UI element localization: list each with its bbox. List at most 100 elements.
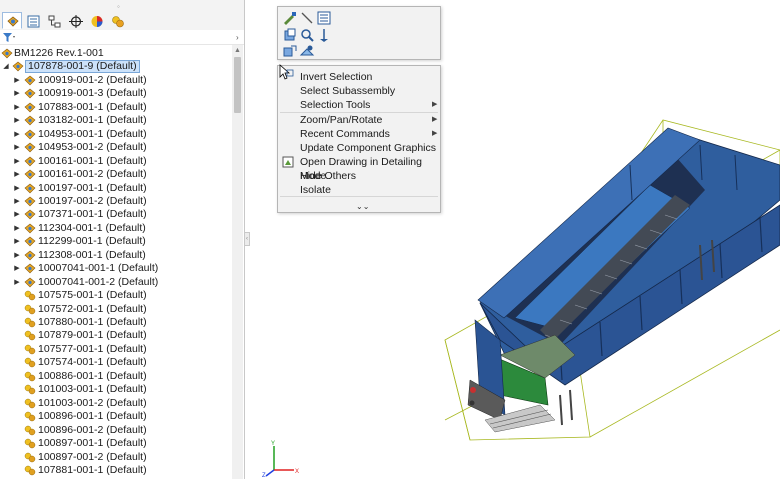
part-icon [24, 330, 36, 341]
assembly-icon [24, 156, 36, 167]
submenu-arrow-icon: ▶ [432, 130, 438, 137]
menu-item-hide-others[interactable]: Hide Others [278, 169, 440, 183]
open-part-icon[interactable] [282, 27, 298, 43]
tree-item-label: 10007041-001-2 (Default) [38, 275, 159, 288]
tree-scrollbar[interactable]: ▲ [232, 45, 243, 479]
chevron-right-icon[interactable]: ▶ [13, 235, 21, 248]
menu-item-label: Update Component Graphics [300, 142, 436, 154]
menu-item-label: Invert Selection [300, 71, 373, 83]
tree-item-label: 101003-001-2 (Default) [38, 396, 147, 409]
panel-collapse-handle[interactable]: ‹ [244, 232, 250, 246]
part-icon [24, 425, 36, 436]
property-manager-icon [27, 15, 40, 28]
assembly-icon [24, 102, 36, 113]
chevron-down-icon[interactable]: ◢ [2, 60, 10, 73]
context-menu: Invert Selection Select Subassembly Select… [277, 64, 441, 213]
chevron-right-icon[interactable]: ▶ [13, 222, 21, 235]
tree-item-label: 100919-001-2 (Default) [38, 73, 147, 86]
chevron-right-icon[interactable]: ▶ [13, 74, 21, 87]
menu-item-label: Zoom/Pan/Rotate [300, 114, 383, 126]
tab-display-manager[interactable] [86, 12, 106, 29]
chevron-right-icon[interactable]: ▶ [13, 249, 21, 262]
tab-property-manager[interactable] [23, 12, 43, 29]
chevron-right-icon[interactable]: ▶ [13, 182, 21, 195]
component-properties-icon[interactable] [316, 10, 332, 26]
edit-component-icon[interactable] [282, 10, 298, 26]
chevron-right-icon[interactable]: ▶ [13, 141, 21, 154]
assembly-icon [24, 115, 36, 126]
chevron-right-icon[interactable]: ▶ [13, 168, 21, 181]
tab-appearances[interactable] [107, 12, 127, 29]
tab-dimxpert-manager[interactable] [65, 12, 85, 29]
zoom-to-selection-icon[interactable] [299, 27, 315, 43]
chevron-right-icon[interactable]: › [236, 33, 239, 42]
view-triad: Y X Z [262, 441, 299, 478]
filter-row[interactable]: › [0, 30, 244, 45]
part-icon [24, 371, 36, 382]
menu-item-selection-tools[interactable]: Selection Tools ▶ [278, 98, 440, 112]
assembly-icon [1, 48, 13, 59]
scrollbar-thumb[interactable] [234, 57, 241, 113]
tree-item-label: 100896-001-2 (Default) [38, 423, 147, 436]
tree-item-label: 107577-001-1 (Default) [38, 342, 147, 355]
part-icon [24, 465, 36, 476]
menu-item-label: Recent Commands [300, 128, 390, 140]
tree-item-label: 10007041-001-1 (Default) [38, 262, 159, 275]
tree-item-label: 107878-001-9 (Default) [25, 60, 140, 74]
assembly-icon [24, 169, 36, 180]
menu-item-zoom-pan-rotate[interactable]: Zoom/Pan/Rotate ▶ [278, 113, 440, 127]
tree-item-label: 100919-001-3 (Default) [38, 87, 147, 100]
tree-item-label: 100897-001-1 (Default) [38, 437, 147, 450]
menu-item-select-subassembly[interactable]: Select Subassembly [278, 84, 440, 98]
menu-item-isolate[interactable]: Isolate [278, 183, 440, 197]
part-icon [24, 384, 36, 395]
chevron-right-icon[interactable]: ▶ [13, 128, 21, 141]
double-chevron-down-icon[interactable]: ⌄⌄ [356, 202, 369, 211]
feature-manager-icon [7, 16, 19, 27]
menu-item-label: Select Subassembly [300, 85, 396, 97]
line-icon[interactable] [299, 10, 315, 26]
menu-separator [280, 196, 438, 197]
assembly-icon [24, 263, 36, 274]
filter-icon[interactable] [2, 32, 16, 43]
tree-item-label: 100886-001-1 (Default) [38, 369, 147, 382]
tree-item-label: 101003-001-1 (Default) [38, 383, 147, 396]
tab-feature-manager[interactable] [2, 12, 22, 29]
tab-configuration-manager[interactable] [44, 12, 64, 29]
chevron-right-icon[interactable]: ▶ [13, 114, 21, 127]
chevron-right-icon[interactable]: ▶ [13, 87, 21, 100]
tree-item-label: 100896-001-1 (Default) [38, 410, 147, 423]
tree-item-label: 100197-001-1 (Default) [38, 181, 147, 194]
chevron-right-icon[interactable]: ▶ [13, 101, 21, 114]
triad-x-label: X [295, 469, 299, 475]
tree-item-label: 103182-001-1 (Default) [38, 114, 147, 127]
chevron-right-icon[interactable]: ▶ [13, 155, 21, 168]
display-manager-icon [91, 16, 103, 27]
chevron-right-icon[interactable]: ▶ [13, 262, 21, 275]
hopper-car-model [467, 127, 780, 433]
menu-item-recent-commands[interactable]: Recent Commands ▶ [278, 127, 440, 141]
menu-item-invert-selection[interactable]: Invert Selection [278, 70, 440, 84]
hide-components-icon[interactable] [282, 43, 298, 59]
chevron-right-icon[interactable]: ▶ [13, 208, 21, 221]
feature-manager-panel: ◦ › BM1226 Rev.1-001 ◢ 107878-001-9 (Def… [0, 0, 245, 479]
scroll-up-icon[interactable]: ▲ [234, 47, 241, 54]
menu-item-open-drawing-in-detailing-mode[interactable]: Open Drawing in Detailing Mode [278, 155, 440, 182]
menu-item-update-component-graphics[interactable]: Update Component Graphics [278, 141, 440, 155]
tree-item-label: 112304-001-1 (Default) [38, 221, 146, 234]
view-orientation-icon[interactable] [299, 43, 315, 59]
assembly-icon [24, 223, 36, 234]
assembly-icon [24, 88, 36, 99]
tree-item-label: 107371-001-1 (Default) [38, 208, 147, 221]
part-icon [24, 317, 36, 328]
part-icon [24, 411, 36, 422]
manager-tabs [0, 11, 244, 31]
tree-item-label: 107574-001-1 (Default) [38, 356, 147, 369]
chevron-right-icon[interactable]: ▶ [13, 195, 21, 208]
tree-item-label: 107880-001-1 (Default) [38, 316, 147, 328]
normal-to-icon[interactable] [316, 27, 332, 43]
menu-item-label: Hide Others [300, 170, 357, 182]
part-icon [24, 398, 36, 409]
chevron-right-icon[interactable]: ▶ [13, 276, 21, 289]
tree-item-label: 107572-001-1 (Default) [38, 302, 147, 315]
